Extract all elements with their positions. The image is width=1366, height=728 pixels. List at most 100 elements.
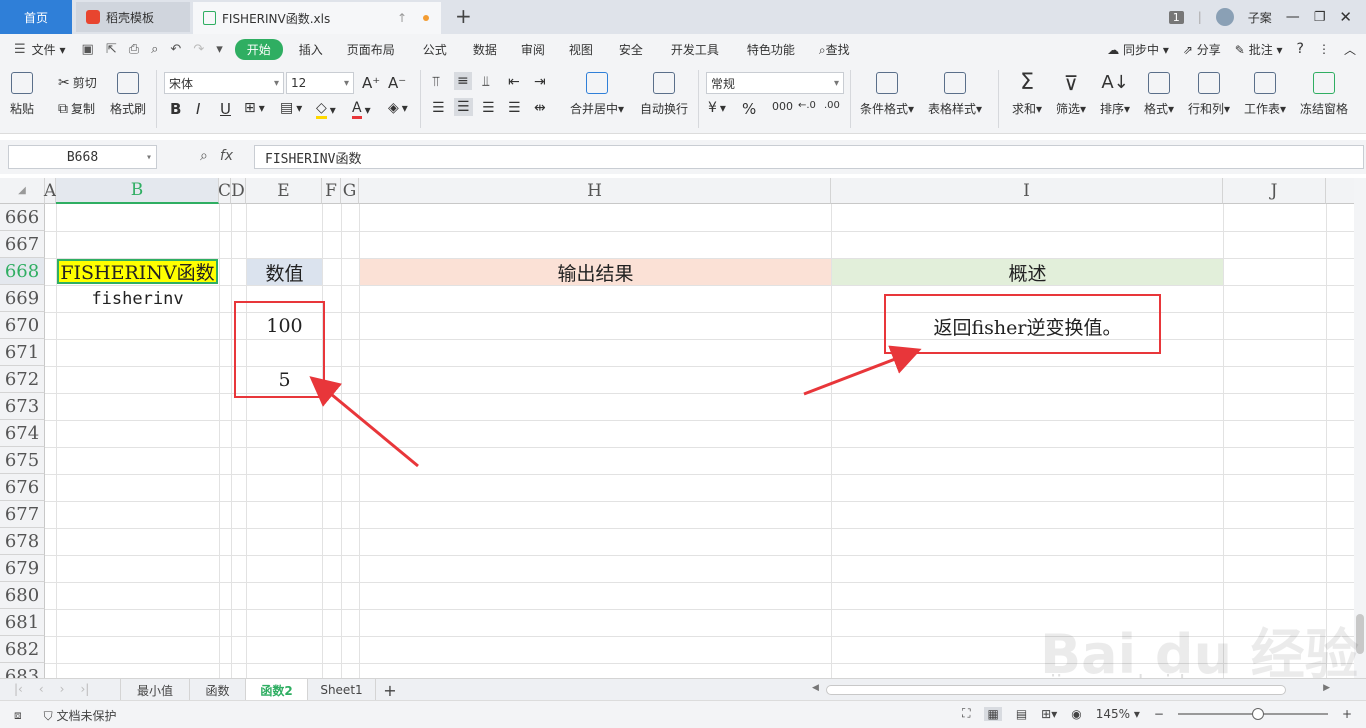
tab-home[interactable]: 首页 bbox=[0, 0, 72, 34]
select-all-corner[interactable]: ◢ bbox=[0, 178, 45, 204]
spreadsheet-grid[interactable]: ◢ A B C D E F G H I J 666 667 668 669 67… bbox=[0, 178, 1354, 678]
cell-h668[interactable]: 输出结果 bbox=[360, 259, 831, 285]
col-header-g[interactable]: G bbox=[341, 178, 359, 204]
new-tab-button[interactable]: + bbox=[455, 4, 472, 28]
menu-security[interactable]: 安全 bbox=[605, 41, 657, 58]
export-icon[interactable]: ⇱ bbox=[100, 42, 123, 57]
zoom-in-icon[interactable]: + bbox=[1342, 707, 1352, 721]
menu-start[interactable]: 开始 bbox=[234, 38, 283, 60]
tab-file[interactable]: FISHERINV函数.xls ↑ bbox=[193, 2, 441, 34]
col-header-blank[interactable] bbox=[1326, 178, 1354, 204]
last-sheet-icon[interactable]: ›| bbox=[80, 682, 89, 696]
menu-special[interactable]: 特色功能 bbox=[733, 41, 809, 58]
row-header[interactable]: 679 bbox=[0, 555, 45, 582]
thousands-button[interactable]: 000 bbox=[772, 100, 793, 113]
menu-data[interactable]: 数据 bbox=[461, 41, 509, 58]
underline-button[interactable]: U bbox=[220, 100, 231, 118]
minimize-icon[interactable]: — bbox=[1286, 9, 1300, 25]
row-header[interactable]: 677 bbox=[0, 501, 45, 528]
sync-button[interactable]: ☁ 同步中 ▾ bbox=[1107, 41, 1169, 58]
share-button[interactable]: ⇗ 分享 bbox=[1183, 41, 1221, 58]
decrease-decimal-button[interactable]: .00 bbox=[824, 100, 840, 111]
redo-icon[interactable]: ↷ bbox=[187, 42, 210, 57]
zoom-slider-knob[interactable] bbox=[1251, 707, 1264, 720]
conditional-format-button[interactable]: 条件格式▾ bbox=[860, 72, 914, 117]
menu-file[interactable]: 文件 ▾ bbox=[32, 41, 76, 58]
increase-decimal-button[interactable]: ←.0 bbox=[798, 100, 816, 111]
horizontal-scroll-thumb[interactable] bbox=[826, 685, 1286, 695]
restore-icon[interactable]: ❐ bbox=[1314, 10, 1326, 25]
font-name-select[interactable]: 宋体 bbox=[164, 72, 284, 94]
cell-b669[interactable]: fisherinv bbox=[57, 286, 218, 312]
vertical-scrollbar[interactable] bbox=[1354, 178, 1366, 678]
row-header[interactable]: 669 bbox=[0, 285, 45, 312]
format-button[interactable]: 格式▾ bbox=[1144, 72, 1174, 117]
copy-button[interactable]: ⧉ 复制 bbox=[58, 100, 95, 117]
cut-button[interactable]: ✂ 剪切 bbox=[58, 74, 97, 91]
fullscreen-icon[interactable]: ⛶ bbox=[962, 706, 970, 721]
row-header[interactable]: 683 bbox=[0, 663, 45, 678]
window-count-badge[interactable]: 1 bbox=[1168, 10, 1184, 24]
sheet-tab[interactable]: Sheet1 bbox=[308, 679, 376, 701]
avatar[interactable] bbox=[1215, 8, 1234, 26]
tab-template[interactable]: 稻壳模板 bbox=[76, 2, 190, 32]
table-style-button[interactable]: 表格样式▾ bbox=[928, 72, 982, 117]
row-header[interactable]: 667 bbox=[0, 231, 45, 258]
zoom-slider[interactable] bbox=[1177, 707, 1328, 720]
cell-i668[interactable]: 概述 bbox=[832, 259, 1223, 285]
protect-status[interactable]: ⛉ 文档未保护 bbox=[44, 707, 117, 724]
menu-view[interactable]: 视图 bbox=[557, 41, 605, 58]
row-header-selected[interactable]: 668 bbox=[0, 258, 45, 285]
freeze-button[interactable]: 冻结窗格 bbox=[1300, 72, 1348, 117]
decrease-indent-button[interactable]: ⇤ bbox=[508, 74, 520, 90]
number-format-select[interactable]: 常规 bbox=[706, 72, 844, 94]
col-header-f[interactable]: F bbox=[322, 178, 341, 204]
merge-center-button[interactable]: 合并居中▾ bbox=[570, 72, 624, 117]
cell-e668[interactable]: 数值 bbox=[247, 259, 322, 285]
align-left-button[interactable]: ☰ bbox=[432, 100, 445, 116]
prev-sheet-icon[interactable]: ‹ bbox=[39, 682, 44, 696]
align-bottom-button[interactable]: ⫫ bbox=[482, 74, 490, 90]
increase-indent-button[interactable]: ⇥ bbox=[534, 74, 546, 90]
row-header[interactable]: 678 bbox=[0, 528, 45, 555]
justify-button[interactable]: ☰ bbox=[508, 100, 521, 116]
row-header[interactable]: 680 bbox=[0, 582, 45, 609]
customize-icon[interactable]: ▾ bbox=[210, 42, 229, 57]
sum-button[interactable]: Σ 求和▾ bbox=[1012, 72, 1042, 117]
sort-button[interactable]: A↓ 排序▾ bbox=[1100, 72, 1130, 117]
col-header-b[interactable]: B bbox=[56, 178, 219, 204]
row-header[interactable]: 676 bbox=[0, 474, 45, 501]
menu-developer[interactable]: 开发工具 bbox=[657, 41, 733, 58]
row-header[interactable]: 675 bbox=[0, 447, 45, 474]
col-header-e[interactable]: E bbox=[246, 178, 322, 204]
border-button[interactable]: ⊞ ▾ bbox=[244, 100, 265, 116]
row-header[interactable]: 682 bbox=[0, 636, 45, 663]
bold-button[interactable]: B bbox=[170, 100, 181, 118]
worksheet-button[interactable]: 工作表▾ bbox=[1244, 72, 1286, 117]
scroll-left-icon[interactable]: ◀ bbox=[812, 683, 819, 693]
row-header[interactable]: 671 bbox=[0, 339, 45, 366]
menu-insert[interactable]: 插入 bbox=[289, 41, 333, 58]
menu-page-layout[interactable]: 页面布局 bbox=[333, 41, 409, 58]
name-box[interactable]: B668 bbox=[8, 145, 157, 169]
currency-button[interactable]: ¥ ▾ bbox=[708, 100, 726, 116]
row-header[interactable]: 666 bbox=[0, 204, 45, 231]
normal-view-icon[interactable]: ▦ bbox=[984, 706, 1002, 721]
zoom-out-icon[interactable]: − bbox=[1154, 707, 1164, 721]
next-sheet-icon[interactable]: › bbox=[60, 682, 65, 696]
row-header[interactable]: 674 bbox=[0, 420, 45, 447]
fx-icon[interactable]: fx bbox=[220, 148, 233, 164]
col-header-a[interactable]: A bbox=[44, 178, 56, 204]
row-header[interactable]: 673 bbox=[0, 393, 45, 420]
font-color-button[interactable]: A ▾ bbox=[352, 100, 371, 119]
add-sheet-button[interactable]: + bbox=[378, 679, 402, 701]
help-icon[interactable]: ? bbox=[1297, 41, 1304, 57]
zoom-formula-icon[interactable]: ⌕ bbox=[200, 148, 208, 164]
menu-formula[interactable]: 公式 bbox=[409, 41, 461, 58]
filter-button[interactable]: ⊽ 筛选▾ bbox=[1056, 72, 1086, 117]
shrink-font-button[interactable]: A⁻ bbox=[388, 74, 406, 92]
zoom-level[interactable]: 145% ▾ bbox=[1096, 707, 1140, 721]
align-center-button[interactable]: ☰ bbox=[454, 98, 473, 116]
collapse-ribbon-icon[interactable]: ︿ bbox=[1344, 41, 1356, 58]
grow-font-button[interactable]: A⁺ bbox=[362, 74, 380, 92]
